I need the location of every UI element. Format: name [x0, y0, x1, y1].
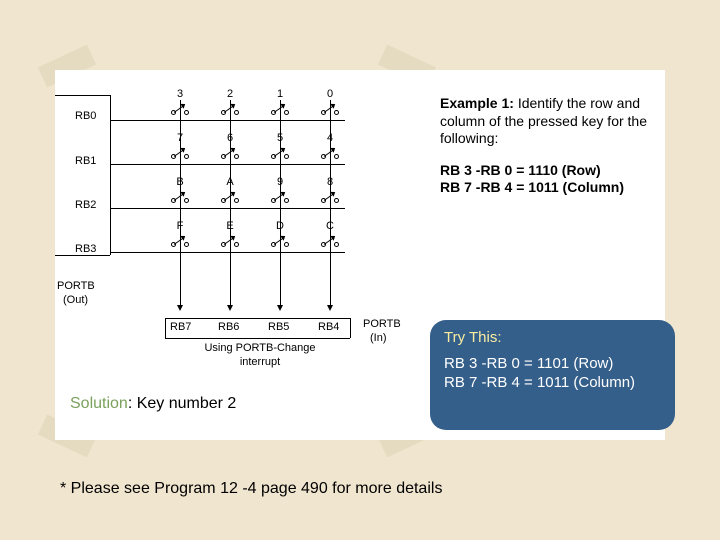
arrow-down-icon [277, 305, 283, 311]
solution-text: : Key number 2 [128, 395, 237, 412]
keypad-key: 4 [315, 132, 345, 159]
port-box-edge [165, 318, 166, 338]
row-wire [110, 208, 345, 209]
pin-label: RB0 [75, 110, 96, 122]
footnote: * Please see Program 12 -4 page 490 for … [60, 480, 442, 498]
pin-label: RB3 [75, 243, 96, 255]
keypad-key: 6 [215, 132, 245, 159]
keypad-key: 9 [265, 176, 295, 203]
port-label: PORTB [363, 318, 401, 330]
example-text: Example 1: Identify the row and column o… [440, 95, 670, 211]
keypad-key: 1 [265, 88, 295, 115]
try-this-col-eq: RB 7 -RB 4 = 1011 (Column) [444, 373, 661, 393]
keypad-key: 2 [215, 88, 245, 115]
row-wire [110, 164, 345, 165]
pin-label: RB7 [170, 321, 191, 333]
solution-label: Solution [70, 395, 128, 412]
port-sublabel: (Out) [63, 294, 88, 306]
pin-label: RB1 [75, 155, 96, 167]
example-heading: Example 1: [440, 95, 514, 111]
keypad-key: E [215, 220, 245, 247]
keypad-key: C [315, 220, 345, 247]
slide: RB0 RB1 RB2 RB3 RB7 RB6 RB5 RB4 POR [0, 0, 720, 540]
keypad-key: F [165, 220, 195, 247]
arrow-down-icon [227, 305, 233, 311]
keypad-key: D [265, 220, 295, 247]
example-col-eq: RB 7 -RB 4 = 1011 (Column) [440, 179, 624, 195]
keypad-key: 3 [165, 88, 195, 115]
arrow-down-icon [177, 305, 183, 311]
pin-label: RB4 [318, 321, 339, 333]
keypad-diagram: RB0 RB1 RB2 RB3 RB7 RB6 RB5 RB4 POR [55, 70, 425, 390]
port-box-edge [55, 255, 110, 256]
try-this-row-eq: RB 3 -RB 0 = 1101 (Row) [444, 354, 661, 374]
keypad-key: 7 [165, 132, 195, 159]
try-this-box: Try This: RB 3 -RB 0 = 1101 (Row) RB 7 -… [430, 320, 675, 430]
pin-label: RB2 [75, 199, 96, 211]
diagram-caption: Using PORTB-Change [180, 342, 340, 354]
port-box-edge [110, 95, 111, 255]
example-row-eq: RB 3 -RB 0 = 1110 (Row) [440, 162, 601, 178]
row-wire [110, 120, 345, 121]
keypad-key: 0 [315, 88, 345, 115]
try-this-title: Try This: [444, 328, 661, 348]
port-box-edge [55, 95, 110, 96]
port-sublabel: (In) [370, 332, 387, 344]
keypad-key: A [215, 176, 245, 203]
port-label: PORTB [57, 280, 95, 292]
pin-label: RB6 [218, 321, 239, 333]
port-box-edge [350, 318, 351, 338]
port-box-edge [165, 318, 350, 319]
keypad-key: 5 [265, 132, 295, 159]
diagram-caption: interrupt [180, 356, 340, 368]
solution-line: Solution: Key number 2 [70, 395, 236, 413]
keypad-key: 8 [315, 176, 345, 203]
keypad-key: B [165, 176, 195, 203]
row-wire [110, 252, 345, 253]
pin-label: RB5 [268, 321, 289, 333]
port-box-edge [165, 338, 350, 339]
arrow-down-icon [327, 305, 333, 311]
